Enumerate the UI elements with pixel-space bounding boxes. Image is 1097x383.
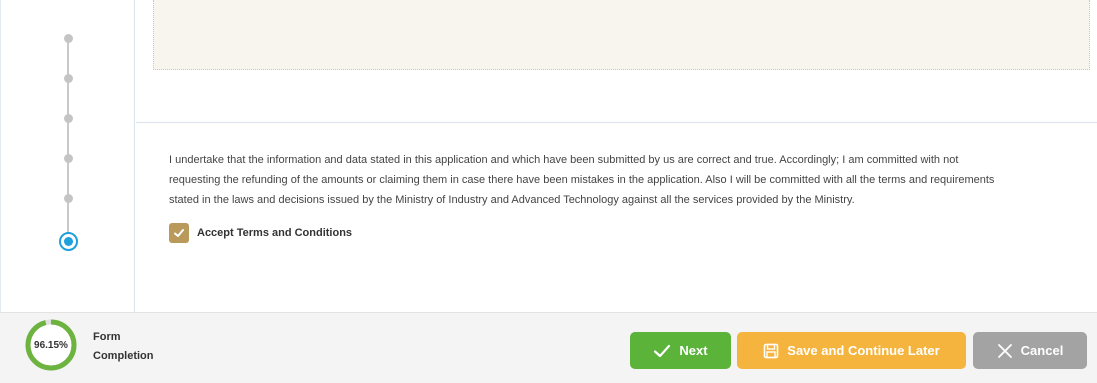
terms-line: requesting the refunding of the amounts … [169,174,995,186]
next-button[interactable]: Next [630,332,731,369]
cancel-button[interactable]: Cancel [973,332,1087,369]
save-and-continue-later-button[interactable]: Save and Continue Later [737,332,966,369]
step-dot[interactable] [64,194,73,203]
current-step-dot[interactable] [59,232,78,251]
terms-line: I undertake that the information and dat… [169,154,959,166]
next-button-label: Next [679,343,708,358]
terms-line: stated in the laws and decisions issued … [169,194,855,206]
step-dot[interactable] [64,154,73,163]
step-connector-line [67,38,69,240]
step-dot[interactable] [64,114,73,123]
step-navigator [0,0,135,312]
accept-terms-checkbox[interactable] [169,223,189,243]
cancel-button-label: Cancel [1020,343,1064,358]
check-icon [654,344,671,357]
text-area-box[interactable] [153,0,1090,70]
form-footer: 96.15% Form Completion Next Save and Con… [0,312,1097,383]
form-completion-percent: 96.15% [34,339,68,351]
step-dot[interactable] [64,34,73,43]
check-icon [174,229,184,237]
section-divider [136,122,1097,123]
terms-statement: I undertake that the information and dat… [169,150,1049,210]
form-page: I undertake that the information and dat… [0,0,1097,383]
accept-terms-label[interactable]: Accept Terms and Conditions [197,227,352,239]
form-completion-label: Form Completion [93,328,154,366]
save-button-label: Save and Continue Later [787,343,940,358]
completion-label-line: Completion [93,350,154,362]
step-dot[interactable] [64,74,73,83]
floppy-disk-icon [763,343,779,358]
completion-label-line: Form [93,331,121,343]
accept-terms-row[interactable]: Accept Terms and Conditions [169,223,352,243]
close-icon [997,343,1012,358]
